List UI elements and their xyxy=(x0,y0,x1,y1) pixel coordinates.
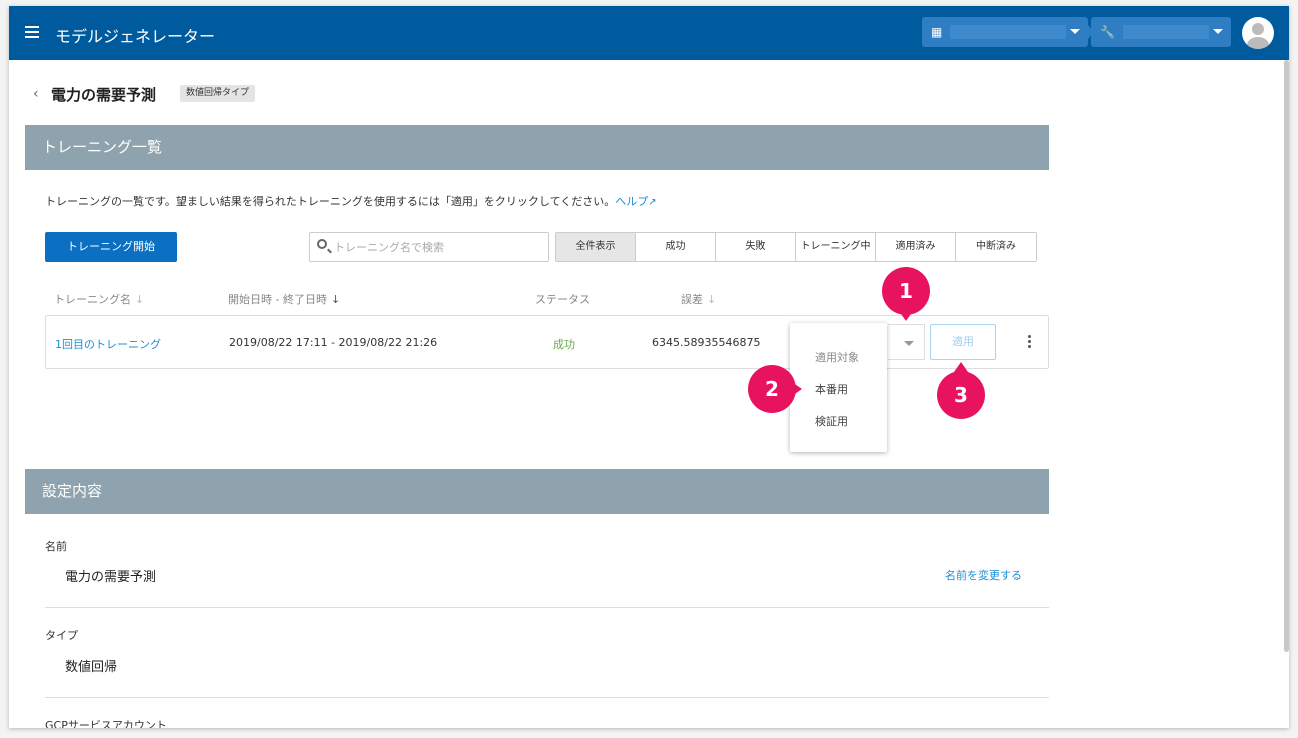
callout-marker-1: 1 xyxy=(882,267,930,321)
dropdown-header: 適用対象 xyxy=(815,351,859,364)
user-avatar[interactable] xyxy=(1242,17,1274,49)
filter-failed[interactable]: 失敗 xyxy=(716,233,796,261)
search-icon xyxy=(317,239,327,249)
external-link-icon[interactable]: ↗ xyxy=(648,197,656,208)
column-header-error[interactable]: 誤差 ↓ xyxy=(681,291,716,307)
chevron-down-icon xyxy=(904,341,914,346)
filter-aborted[interactable]: 中断済み xyxy=(956,233,1036,261)
divider xyxy=(45,697,1049,698)
name-value: 電力の需要予測 xyxy=(65,570,157,585)
name-label: 名前 xyxy=(45,540,67,553)
apply-button[interactable]: 適用 xyxy=(930,324,996,360)
app-title: モデルジェネレーター xyxy=(55,27,216,46)
dropdown-option-production[interactable]: 本番用 xyxy=(815,381,848,397)
search-box[interactable] xyxy=(309,232,549,262)
training-name-link[interactable]: 1回目のトレーニング xyxy=(55,336,161,352)
vertical-scrollbar[interactable] xyxy=(1284,60,1289,652)
filter-all[interactable]: 全件表示 xyxy=(556,233,636,261)
project-name-redacted xyxy=(1123,25,1209,39)
divider xyxy=(45,607,1049,608)
app-window: モデルジェネレーター ▦ 🔧 ‹ 電力の需要予測 数値回帰タイプ トレーニング一… xyxy=(9,6,1289,728)
type-badge: 数値回帰タイプ xyxy=(180,85,256,102)
back-chevron-icon[interactable]: ‹ xyxy=(33,86,39,102)
dropdown-option-validation[interactable]: 検証用 xyxy=(815,413,848,429)
table-row: 1回目のトレーニング 2019/08/22 17:11 - 2019/08/22… xyxy=(45,315,1049,369)
callout-marker-2: 2 xyxy=(748,365,802,413)
apply-target-dropdown: 適用対象 本番用 検証用 xyxy=(790,323,887,452)
sort-arrow-icon: ↓ xyxy=(330,293,341,306)
more-options-icon[interactable] xyxy=(1028,335,1031,350)
apply-target-select[interactable] xyxy=(888,324,925,360)
description-text: トレーニングの一覧です。望ましい結果を得られたトレーニングを使用するには「適用」… xyxy=(45,195,616,208)
gcp-account-label: GCPサービスアカウント xyxy=(45,719,167,728)
column-header-name[interactable]: トレーニング名 ↓ xyxy=(54,291,144,307)
start-training-button[interactable]: トレーニング開始 xyxy=(45,232,177,262)
wrench-icon: 🔧 xyxy=(1100,25,1115,39)
status-filter-group: 全件表示 成功 失敗 トレーニング中 適用済み 中断済み xyxy=(555,232,1037,262)
type-value: 数値回帰 xyxy=(65,660,118,675)
sort-arrow-icon: ↓ xyxy=(707,293,717,306)
organization-name-redacted xyxy=(950,25,1066,39)
search-input[interactable] xyxy=(334,238,544,256)
training-description: トレーニングの一覧です。望ましい結果を得られたトレーニングを使用するには「適用」… xyxy=(45,193,657,209)
organization-selector[interactable]: ▦ xyxy=(922,17,1088,47)
training-section-header: トレーニング一覧 xyxy=(25,125,1049,170)
help-link[interactable]: ヘルプ xyxy=(615,195,648,208)
training-status: 成功 xyxy=(553,338,575,351)
chevron-down-icon xyxy=(1213,29,1223,34)
filter-training[interactable]: トレーニング中 xyxy=(796,233,876,261)
training-error: 6345.58935546875 xyxy=(652,336,761,349)
filter-applied[interactable]: 適用済み xyxy=(876,233,956,261)
settings-section-header: 設定内容 xyxy=(25,469,1049,514)
filter-success[interactable]: 成功 xyxy=(636,233,716,261)
callout-marker-3: 3 xyxy=(937,362,985,419)
column-header-status: ステータス xyxy=(535,293,590,306)
hamburger-menu-icon[interactable] xyxy=(25,26,39,38)
top-bar: モデルジェネレーター ▦ 🔧 xyxy=(9,6,1289,60)
column-header-date[interactable]: 開始日時 - 終了日時 ↓ xyxy=(228,291,340,307)
page-title: 電力の需要予測 xyxy=(51,86,157,104)
rename-link[interactable]: 名前を変更する xyxy=(945,567,1022,583)
sort-arrow-icon: ↓ xyxy=(135,293,145,306)
project-selector[interactable]: 🔧 xyxy=(1091,17,1231,47)
chevron-down-icon xyxy=(1070,29,1080,34)
building-icon: ▦ xyxy=(931,25,943,39)
type-label: タイプ xyxy=(45,629,78,642)
training-date: 2019/08/22 17:11 - 2019/08/22 21:26 xyxy=(229,336,438,349)
